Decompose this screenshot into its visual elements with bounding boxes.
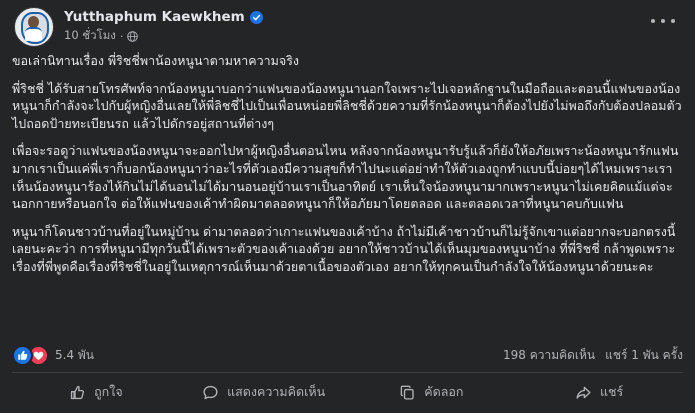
thumbs-up-icon [70,385,85,399]
comment-button[interactable]: แสดงความคิดเห็น [180,377,348,407]
post-paragraph: เพื่อจะรอดูว่าแฟนของน้องหนูนาจะออกไปหาผู… [12,143,679,212]
copy-button[interactable]: คัดลอก [348,377,516,407]
reactions-count[interactable]: 5.4 พัน [55,346,94,365]
comment-bubble-icon [203,385,218,399]
like-button[interactable]: ถูกใจ [12,377,180,407]
post-paragraph: พี่ริชชี่ ได้รับสายโทรศัพท์จากน้องหนูนาบ… [12,80,682,131]
like-reaction-icon [12,344,33,366]
comment-label: แสดงความคิดเห็น [227,384,326,399]
share-button[interactable]: แชร์ [515,377,683,407]
facebook-post: Yutthaphum Kaewkhem 10 ชั่วโมง · ขอเล่าน… [0,0,695,413]
more-options-icon[interactable] [651,16,675,26]
comments-count[interactable]: 198 ความคิดเห็น [503,346,595,365]
share-arrow-icon [576,386,591,399]
post-time-row: 10 ชั่วโมง · [64,27,263,45]
reactions-summary[interactable]: 5.4 พัน [12,344,94,366]
like-label: ถูกใจ [94,384,123,399]
author-avatar[interactable] [14,7,54,47]
author-meta: Yutthaphum Kaewkhem 10 ชั่วโมง · [64,9,263,45]
post-paragraph: หนูนาก็โดนชาวบ้านที่อยู่ในหมู่บ้าน ด่ามา… [12,223,676,274]
post-timestamp[interactable]: 10 ชั่วโมง [64,27,116,45]
globe-icon [127,30,139,42]
copy-label: คัดลอก [424,384,464,399]
post-paragraph: ขอเล่านิทานเรื่อง พี่ริชชี่พาน้องหนูนาตา… [12,53,300,68]
post-actions: ถูกใจ แสดงความคิดเห็น คัดลอก แชร์ [12,375,683,409]
actions-divider [12,372,683,373]
post-stats: 5.4 พัน 198 ความคิดเห็น แชร์ 1 พัน ครั้ง [12,344,683,366]
share-label: แชร์ [599,384,624,399]
shares-count[interactable]: แชร์ 1 พัน ครั้ง [605,346,683,365]
separator-dot: · [119,29,124,43]
author-name[interactable]: Yutthaphum Kaewkhem [64,9,245,25]
post-body: ขอเล่านิทานเรื่อง พี่ริชชี่พาน้องหนูนาตา… [12,52,682,286]
engagement-counts: 198 ความคิดเห็น แชร์ 1 พัน ครั้ง [503,346,683,365]
author-name-row: Yutthaphum Kaewkhem [64,9,263,25]
copy-icon [400,385,414,400]
verified-badge-icon [249,10,263,24]
post-header: Yutthaphum Kaewkhem 10 ชั่วโมง · [14,7,263,47]
